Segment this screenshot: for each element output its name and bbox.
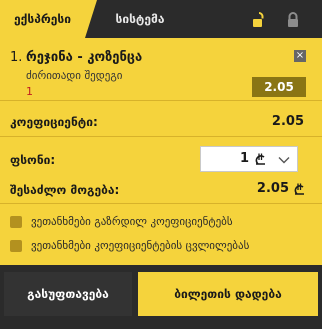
betslip: ექსპრესი სისტემა 1. რეჯინა - კოზენცა ძირ… [0,0,322,329]
place-bet-button[interactable]: ბილეთის დადება [138,272,318,316]
accept-odds-changes-option[interactable]: ვეთანხმები კოეფიციენტების ცვლილებას [10,239,249,252]
betslip-panel: 1. რეჯინა - კოზენცა ძირითადი შედეგი 1 × … [0,38,322,265]
tab-express-notch [85,0,97,38]
accept-increased-odds-option[interactable]: ვეთანხმები გაზრდილ კოეფიციენტებს [10,215,233,228]
clear-button[interactable]: გასუფთავება [4,272,132,316]
accept-increased-odds-label: ვეთანხმები გაზრდილ კოეფიციენტებს [31,215,233,228]
divider [0,203,322,204]
selection-outcome: 1 [26,85,33,98]
lock-open-icon[interactable] [252,12,266,28]
chevron-down-icon[interactable] [277,153,291,167]
tab-system[interactable]: სისტემა [100,0,180,38]
lari-icon [255,153,265,165]
stake-value: 1 [239,151,249,166]
coefficient-label: კოეფიციენტი: [10,115,98,129]
selection-title: რეჯინა - კოზენცა [26,50,143,65]
accept-odds-changes-checkbox[interactable] [10,239,22,252]
stake-label: ფსონი: [10,153,56,167]
potential-win-value: 2.05 [256,181,289,196]
selection-market: ძირითადი შედეგი [26,69,123,82]
remove-selection-icon[interactable]: × [294,50,306,62]
divider [0,100,322,101]
selection-number: 1. [10,50,23,65]
accept-odds-changes-label: ვეთანხმები კოეფიციენტების ცვლილებას [31,239,250,252]
accept-increased-odds-checkbox[interactable] [10,215,22,228]
stake-input[interactable]: 1 [200,146,298,172]
tab-express[interactable]: ექსპრესი [0,0,85,38]
coefficient-value: 2.05 [271,114,304,129]
betslip-header: ექსპრესი სისტემა [0,0,322,38]
selection-odds: 2.05 [252,77,306,97]
lari-icon [294,183,304,195]
potential-win-label: შესაძლო მოგება: [10,183,120,197]
lock-closed-icon[interactable] [286,12,300,28]
divider [0,136,322,137]
selection-item: 1. რეჯინა - კოზენცა ძირითადი შედეგი 1 × … [0,38,322,100]
